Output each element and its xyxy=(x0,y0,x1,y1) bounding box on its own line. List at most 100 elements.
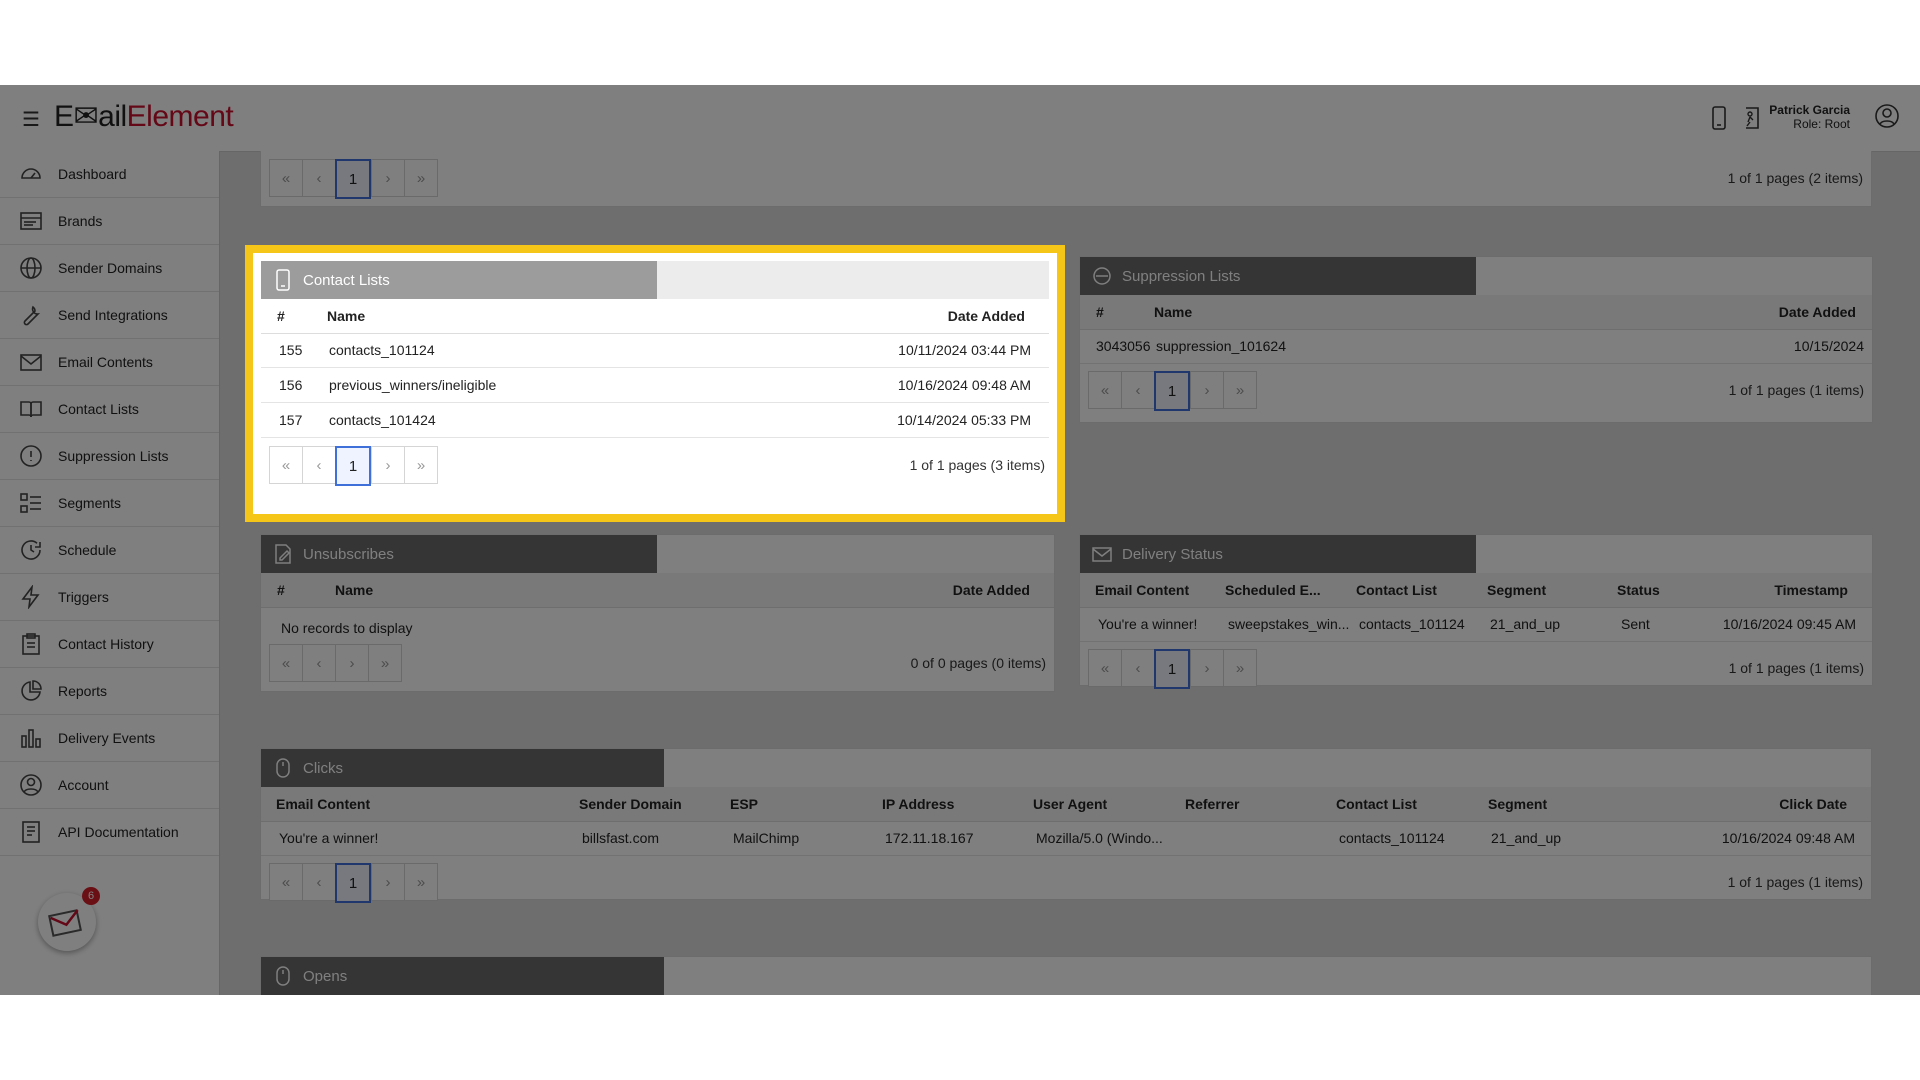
logo[interactable]: E✉ailElement xyxy=(54,99,234,134)
cell-name: suppression_101624 xyxy=(1156,338,1286,354)
first-page-button[interactable]: « xyxy=(269,863,302,901)
hamburger-menu-icon[interactable]: ☰ xyxy=(22,107,40,132)
user-info: Patrick Garcia Role: Root xyxy=(1769,103,1850,131)
column-header-ip-address[interactable]: IP Address xyxy=(882,796,954,812)
table-row[interactable]: 3043056 suppression_101624 10/15/2024 xyxy=(1080,329,1872,364)
table-row[interactable]: 156 previous_winners/ineligible 10/16/20… xyxy=(261,368,1049,403)
column-header-scheduled[interactable]: Scheduled E... xyxy=(1225,582,1321,598)
last-page-button[interactable]: » xyxy=(404,159,438,197)
column-header-date-added[interactable]: Date Added xyxy=(1779,304,1856,320)
mouse-icon xyxy=(273,965,293,987)
sidebar-item-delivery-events[interactable]: Delivery Events xyxy=(0,715,219,762)
first-page-button[interactable]: « xyxy=(269,159,302,197)
column-header-date-added[interactable]: Date Added xyxy=(948,308,1025,324)
page-1-button[interactable]: 1 xyxy=(1154,371,1190,411)
sidebar-item-account[interactable]: Account xyxy=(0,762,219,809)
last-page-button[interactable]: » xyxy=(368,644,402,682)
pagination: « ‹ 1 › » xyxy=(1088,649,1257,689)
next-page-button[interactable]: › xyxy=(371,863,404,901)
envelope-icon xyxy=(1092,543,1112,565)
column-header-id[interactable]: # xyxy=(277,308,285,324)
sidebar-item-label: Contact History xyxy=(58,636,154,652)
prev-page-button[interactable]: ‹ xyxy=(1121,649,1154,687)
last-page-button[interactable]: » xyxy=(1223,649,1257,687)
notifications-button[interactable]: 6 xyxy=(38,887,100,951)
prev-page-button[interactable]: ‹ xyxy=(302,159,335,197)
first-page-button[interactable]: « xyxy=(1088,649,1121,687)
first-page-button[interactable]: « xyxy=(269,446,302,484)
cell-date: 10/14/2024 05:33 PM xyxy=(897,412,1031,428)
clicks-panel: Clicks Email Content Sender Domain ESP I… xyxy=(260,748,1872,903)
pager-info: 1 of 1 pages (1 items) xyxy=(1728,382,1864,398)
next-page-button[interactable]: › xyxy=(371,446,404,484)
sidebar-item-label: Brands xyxy=(58,213,103,229)
column-header-segment[interactable]: Segment xyxy=(1487,582,1546,598)
column-header-name[interactable]: Name xyxy=(1154,304,1192,320)
sidebar-item-segments[interactable]: Segments xyxy=(0,480,219,527)
last-page-button[interactable]: » xyxy=(1223,371,1257,409)
cell-email-content: You're a winner! xyxy=(279,830,379,846)
document-icon xyxy=(18,820,44,844)
sidebar-item-api-documentation[interactable]: API Documentation xyxy=(0,809,219,856)
page-1-button[interactable]: 1 xyxy=(335,446,371,486)
column-header-date-added[interactable]: Date Added xyxy=(953,582,1030,598)
sidebar-item-sender-domains[interactable]: Sender Domains xyxy=(0,245,219,292)
column-header-segment[interactable]: Segment xyxy=(1488,796,1547,812)
column-header-status[interactable]: Status xyxy=(1617,582,1660,598)
sidebar-item-brands[interactable]: Brands xyxy=(0,198,219,245)
sidebar-item-dashboard[interactable]: Dashboard xyxy=(0,151,219,198)
prev-page-button[interactable]: ‹ xyxy=(302,446,335,484)
column-header-name[interactable]: Name xyxy=(335,582,373,598)
page-1-button[interactable]: 1 xyxy=(1154,649,1190,689)
last-page-button[interactable]: » xyxy=(404,863,438,901)
mobile-icon[interactable] xyxy=(1708,105,1730,131)
sidebar-item-schedule[interactable]: Schedule xyxy=(0,527,219,574)
next-page-button[interactable]: › xyxy=(1190,371,1223,409)
column-header-esp[interactable]: ESP xyxy=(730,796,758,812)
brands-icon xyxy=(18,209,44,233)
column-header-id[interactable]: # xyxy=(277,582,285,598)
column-header-contact-list[interactable]: Contact List xyxy=(1356,582,1437,598)
next-page-button[interactable]: › xyxy=(1190,649,1223,687)
column-header-referrer[interactable]: Referrer xyxy=(1185,796,1239,812)
prev-page-button[interactable]: ‹ xyxy=(302,644,335,682)
user-avatar-icon[interactable] xyxy=(1874,103,1900,129)
sidebar-item-contact-history[interactable]: Contact History xyxy=(0,621,219,668)
column-header-email-content[interactable]: Email Content xyxy=(1095,582,1189,598)
suppression-lists-panel: Suppression Lists # Name Date Added 3043… xyxy=(1079,256,1873,423)
logout-icon[interactable] xyxy=(1740,105,1762,131)
pagination: « ‹ 1 › » xyxy=(1088,371,1257,411)
table-row[interactable]: You're a winner! sweepstakes_win... cont… xyxy=(1080,607,1872,642)
table-row[interactable]: 155 contacts_101124 10/11/2024 03:44 PM xyxy=(261,333,1049,368)
table-row[interactable]: 157 contacts_101424 10/14/2024 05:33 PM xyxy=(261,403,1049,438)
column-header-timestamp[interactable]: Timestamp xyxy=(1774,582,1848,598)
sidebar-item-send-integrations[interactable]: Send Integrations xyxy=(0,292,219,339)
pager-info: 0 of 0 pages (0 items) xyxy=(910,655,1046,671)
page-1-button[interactable]: 1 xyxy=(335,159,371,199)
first-page-button[interactable]: « xyxy=(269,644,302,682)
column-header-contact-list[interactable]: Contact List xyxy=(1336,796,1417,812)
first-page-button[interactable]: « xyxy=(1088,371,1121,409)
next-page-button[interactable]: › xyxy=(335,644,368,682)
prev-page-button[interactable]: ‹ xyxy=(302,863,335,901)
table-row[interactable]: You're a winner! billsfast.com MailChimp… xyxy=(261,821,1871,856)
pager-info: 1 of 1 pages (1 items) xyxy=(1728,660,1864,676)
panel-title-text: Suppression Lists xyxy=(1122,267,1241,285)
prev-page-button[interactable]: ‹ xyxy=(1121,371,1154,409)
sidebar-item-reports[interactable]: Reports xyxy=(0,668,219,715)
sidebar-item-email-contents[interactable]: Email Contents xyxy=(0,339,219,386)
column-header-click-date[interactable]: Click Date xyxy=(1779,796,1847,812)
column-header-email-content[interactable]: Email Content xyxy=(276,796,370,812)
sidebar-item-suppression-lists[interactable]: Suppression Lists xyxy=(0,433,219,480)
column-header-sender-domain[interactable]: Sender Domain xyxy=(579,796,682,812)
cell-email-content: You're a winner! xyxy=(1098,616,1198,632)
column-header-name[interactable]: Name xyxy=(327,308,365,324)
envelope-icon xyxy=(18,350,44,374)
next-page-button[interactable]: › xyxy=(371,159,404,197)
column-header-user-agent[interactable]: User Agent xyxy=(1033,796,1107,812)
last-page-button[interactable]: » xyxy=(404,446,438,484)
page-1-button[interactable]: 1 xyxy=(335,863,371,903)
sidebar-item-contact-lists[interactable]: Contact Lists xyxy=(0,386,219,433)
sidebar-item-triggers[interactable]: Triggers xyxy=(0,574,219,621)
column-header-id[interactable]: # xyxy=(1096,304,1104,320)
